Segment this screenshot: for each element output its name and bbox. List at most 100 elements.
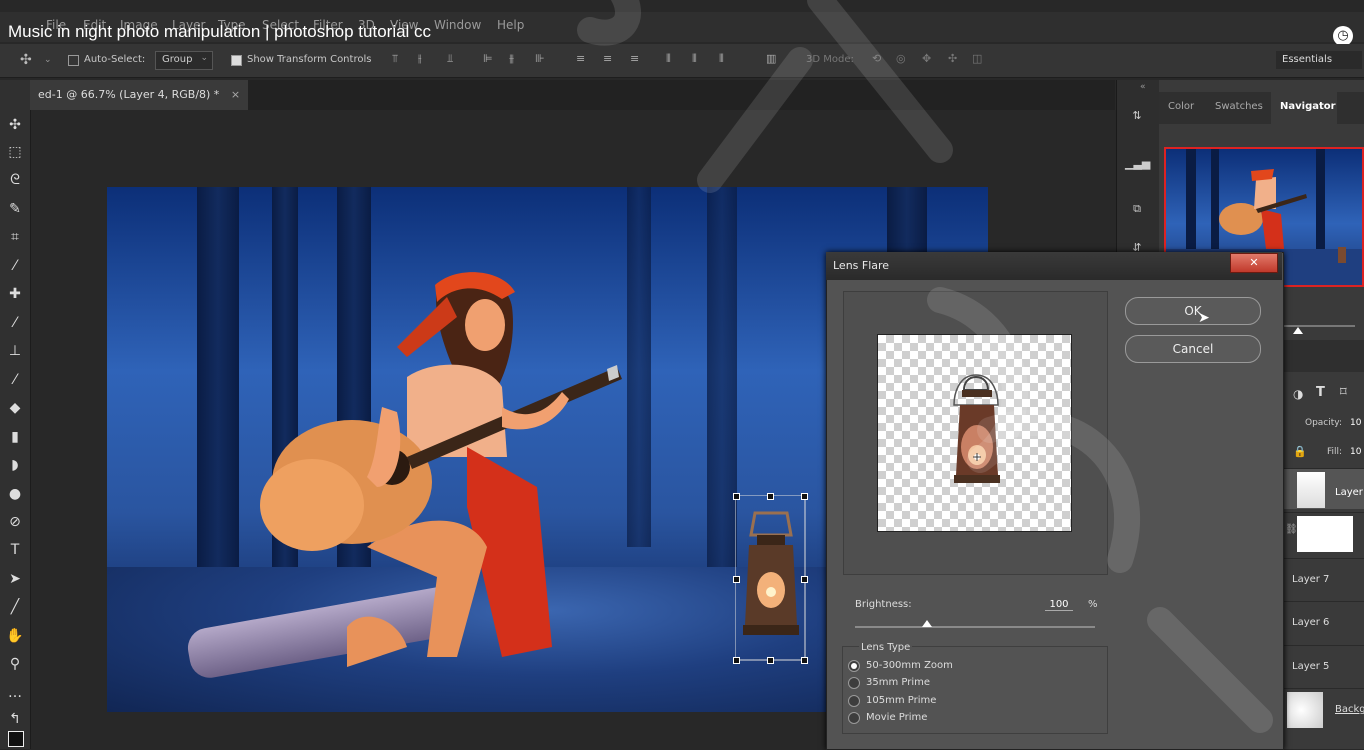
3d-roll-icon[interactable]: ◎ [896,53,908,65]
radio-movie-prime[interactable] [848,712,860,724]
transform-handle[interactable] [801,493,808,500]
transform-handle[interactable] [767,657,774,664]
brush-tool-icon[interactable]: ⁄ [6,314,24,332]
swap-colors-icon[interactable]: ↰ [6,710,24,728]
tab-swatches[interactable]: Swatches [1215,101,1263,112]
transform-handle[interactable] [801,657,808,664]
healing-brush-icon[interactable]: ✚ [6,285,24,303]
eraser-tool-icon[interactable]: ◆ [6,399,24,417]
3d-drag-icon[interactable]: ✥ [922,53,934,65]
distribute-bottom-icon[interactable]: ≡ [630,53,642,65]
radio-105mm-prime[interactable] [848,695,860,707]
brightness-slider-thumb[interactable] [922,620,932,627]
history-panel-icon[interactable]: ⇅ [1125,104,1149,128]
dodge-tool-icon[interactable]: ● [6,485,24,503]
distribute-left-icon[interactable]: ⦀ [666,53,678,65]
chevron-down-icon[interactable]: ⌄ [44,55,52,65]
pen-tool-icon[interactable]: ⊘ [6,513,24,531]
history-brush-icon[interactable]: ⁄ [6,371,24,389]
fill-value[interactable]: 10 [1350,447,1361,457]
marquee-tool-icon[interactable]: ⬚ [6,143,24,161]
more-tools-icon[interactable]: … [6,684,24,702]
distribute-right-icon[interactable]: ⦀ [719,53,731,65]
3d-scale-icon[interactable]: ◫ [972,53,984,65]
layer-name: Layer [1335,487,1363,498]
hand-tool-icon[interactable]: ✋ [6,627,24,645]
distribute-vcenter-icon[interactable]: ≡ [603,53,615,65]
menu-window[interactable]: Window [434,18,481,32]
auto-select-dropdown[interactable]: Group ⌄ [155,51,213,70]
lasso-tool-icon[interactable]: ᘓ [6,171,24,189]
transform-handle[interactable] [767,493,774,500]
3d-slide-icon[interactable]: ✣ [948,53,960,65]
brightness-input[interactable]: 100 [1045,599,1073,611]
dialog-close-button[interactable]: ✕ [1230,253,1278,273]
align-bottom-icon[interactable]: ⫫ [447,53,459,65]
gradient-tool-icon[interactable]: ▮ [6,428,24,446]
lens-option-label[interactable]: 50-300mm Zoom [866,660,953,671]
link-icon: ⛓ [1285,524,1298,535]
distribute-hcenter-icon[interactable]: ⦀ [692,53,704,65]
close-tab-icon[interactable]: × [231,88,240,101]
document-tab[interactable]: ed-1 @ 66.7% (Layer 4, RGB/8) * × [30,80,248,110]
filter-type-icon[interactable]: T [1316,385,1325,400]
lens-option-label[interactable]: 105mm Prime [866,695,936,706]
foreground-color-swatch[interactable] [8,731,24,747]
navigator-zoom-thumb[interactable] [1293,327,1303,334]
align-hcenter-icon[interactable]: ⫵ [509,53,521,65]
lantern[interactable] [735,495,807,662]
transform-handle[interactable] [733,657,740,664]
transform-handle[interactable] [801,576,808,583]
flare-preview[interactable] [877,334,1072,532]
auto-select-value: Group [162,54,193,65]
show-transform-checkbox[interactable] [231,55,242,66]
line-tool-icon[interactable]: ╱ [6,598,24,616]
type-tool-icon[interactable]: T [6,541,24,559]
zoom-tool-icon[interactable]: ⚲ [6,655,24,673]
auto-select-label: Auto-Select: [84,54,146,65]
auto-align-icon[interactable]: ▥ [766,53,778,65]
3d-rotate-icon[interactable]: ⟲ [872,53,884,65]
lens-type-label: Lens Type [859,642,913,653]
tab-color[interactable]: Color [1168,101,1194,112]
brightness-slider[interactable] [855,626,1095,628]
workspace-dropdown[interactable]: Essentials [1276,51,1362,69]
filter-shape-icon[interactable]: ⌑ [1340,385,1347,400]
eyedropper-icon[interactable]: ⁄ [6,257,24,275]
radio-35mm-prime[interactable] [848,677,860,689]
dialog-titlebar[interactable] [826,252,1282,280]
mouse-cursor-icon: ➤ [1198,310,1210,326]
opacity-value[interactable]: 10 [1350,418,1361,428]
opacity-label: Opacity: [1305,418,1342,428]
video-title: Music in night photo manipulation | phot… [8,22,432,41]
quick-select-icon[interactable]: ✎ [6,200,24,218]
align-right-icon[interactable]: ⊪ [535,53,547,65]
tab-navigator[interactable]: Navigator [1280,101,1336,112]
align-left-icon[interactable]: ⊫ [483,53,495,65]
align-top-icon[interactable]: ⫪ [392,53,404,65]
lock-icon[interactable]: 🔒 [1293,445,1307,458]
menu-help[interactable]: Help [497,18,524,32]
align-vcenter-icon[interactable]: ⫲ [418,53,430,65]
ok-button[interactable]: OK [1125,297,1261,325]
radio-50-300mm-zoom[interactable] [848,660,860,672]
blur-tool-icon[interactable]: ◗ [6,456,24,474]
watch-later-icon[interactable]: ◷ [1333,26,1353,46]
filter-adjustment-icon[interactable]: ◑ [1293,387,1303,401]
lens-option-label[interactable]: 35mm Prime [866,677,930,688]
clone-stamp-icon[interactable]: ⊥ [6,342,24,360]
move-tool-icon[interactable]: ✣ [6,116,24,134]
move-tool-icon[interactable]: ✣ [20,52,32,68]
histogram-panel-icon[interactable]: ▁▃▅ [1125,152,1150,176]
transform-handle[interactable] [733,576,740,583]
transform-handle[interactable] [733,493,740,500]
cancel-button[interactable]: Cancel [1125,335,1261,363]
properties-panel-icon[interactable]: ⧉ [1125,197,1149,221]
auto-select-checkbox[interactable] [68,55,79,66]
distribute-top-icon[interactable]: ≡ [576,53,588,65]
path-select-icon[interactable]: ➤ [6,570,24,588]
layer-mask-thumbnail[interactable] [1297,516,1353,552]
collapse-icon[interactable]: « [1140,82,1146,92]
lens-option-label[interactable]: Movie Prime [866,712,927,723]
crop-tool-icon[interactable]: ⌗ [6,228,24,246]
